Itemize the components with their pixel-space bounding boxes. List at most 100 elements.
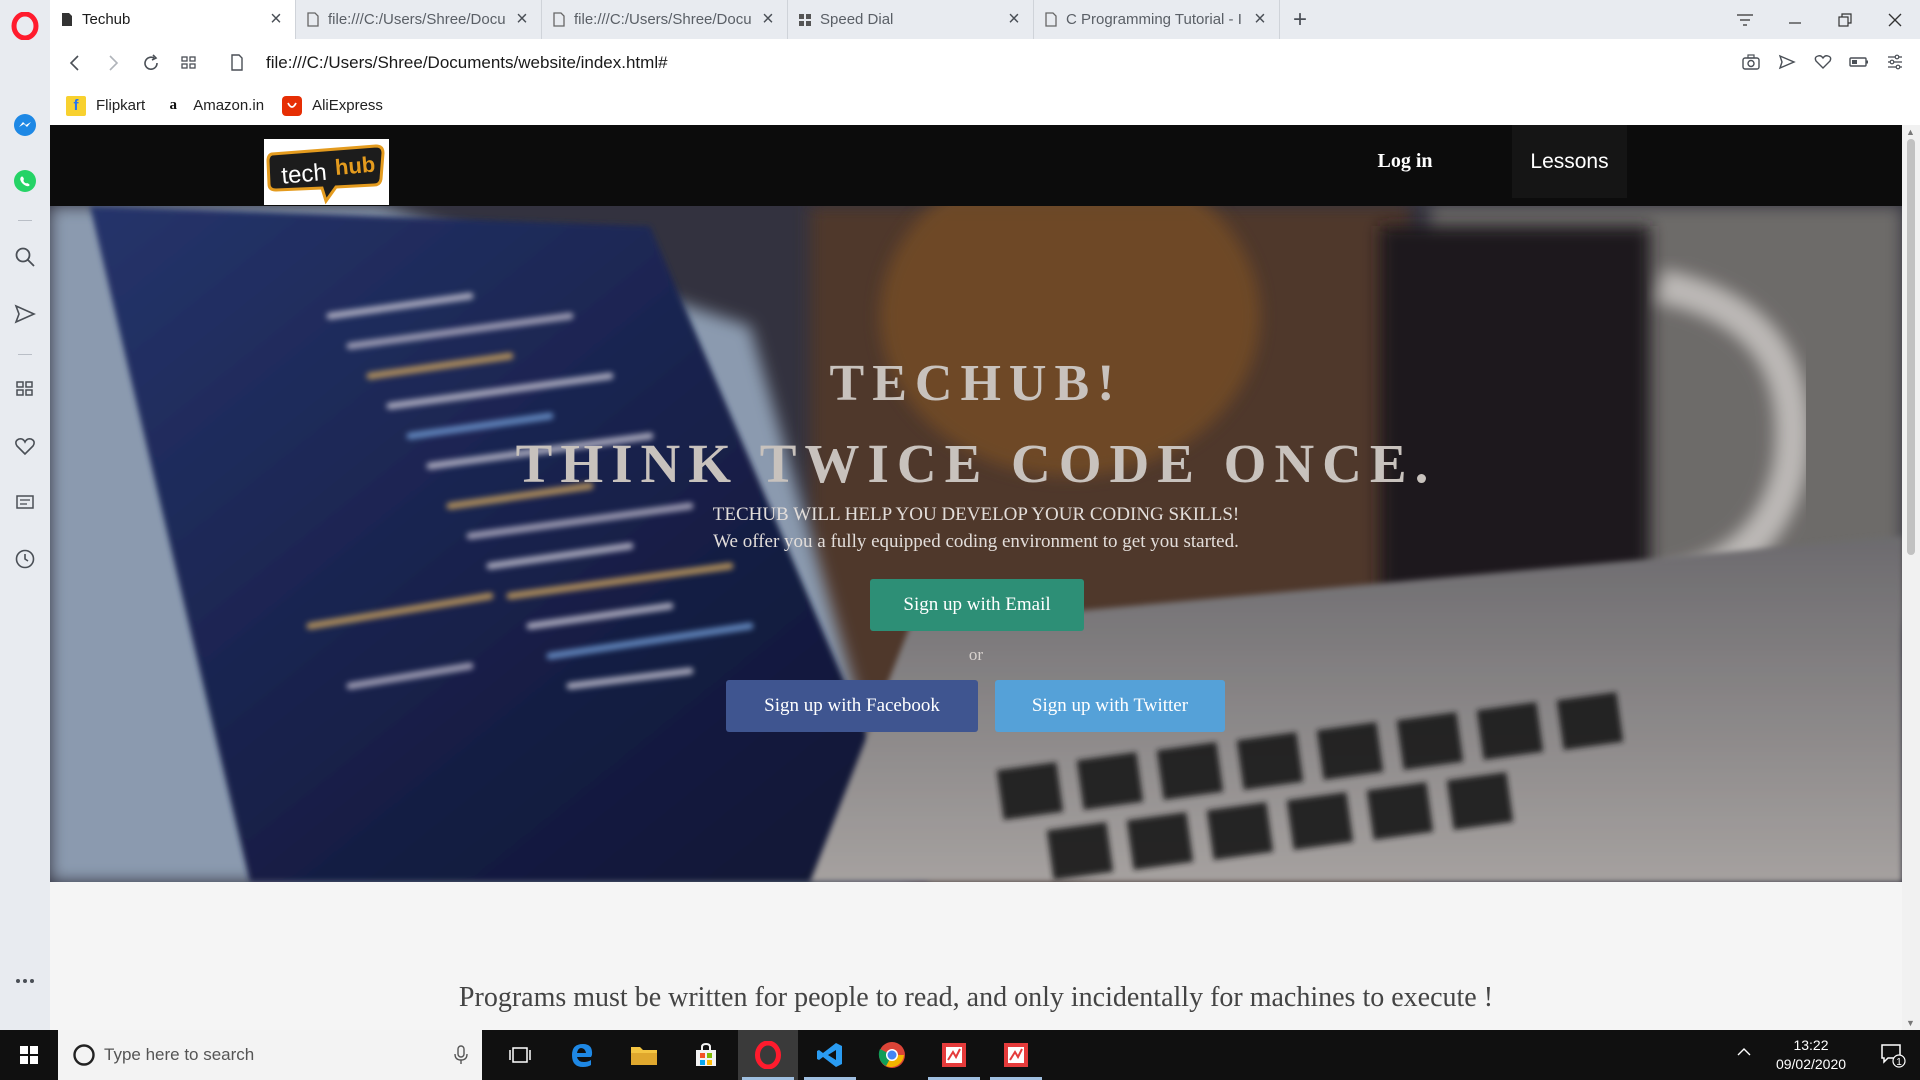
close-tab-icon[interactable]: × — [513, 8, 531, 31]
page-info-icon[interactable] — [218, 44, 256, 82]
heart-icon[interactable] — [12, 433, 38, 459]
clock-time: 13:22 — [1793, 1037, 1829, 1053]
file-explorer-icon[interactable] — [614, 1030, 674, 1080]
more-options-icon[interactable] — [12, 968, 38, 994]
task-view-icon[interactable] — [490, 1030, 550, 1080]
url-field[interactable]: file:///C:/Users/Shree/Documents/website… — [266, 53, 668, 73]
tab-c-tutorial[interactable]: C Programming Tutorial - I × — [1034, 0, 1280, 39]
close-tab-icon[interactable]: × — [1251, 8, 1269, 31]
whatsapp-icon[interactable] — [12, 168, 38, 194]
history-icon[interactable] — [12, 546, 38, 572]
close-tab-icon[interactable]: × — [267, 8, 285, 31]
hero-tagline: THINK TWICE CODE ONCE. — [515, 433, 1437, 494]
tab-menu-icon[interactable] — [1720, 0, 1770, 39]
news-icon[interactable] — [12, 489, 38, 515]
microphone-icon[interactable] — [454, 1045, 468, 1065]
page-icon — [1045, 12, 1057, 27]
bookmarks-bar: f Flipkart a Amazon.in AliExpress — [50, 86, 1920, 125]
taskbar-search-box[interactable]: Type here to search — [58, 1030, 482, 1080]
amazon-icon: a — [169, 97, 177, 113]
tab-title: Speed Dial — [820, 11, 894, 28]
edge-icon[interactable] — [552, 1030, 612, 1080]
bookmark-amazon[interactable]: a Amazon.in — [163, 96, 264, 116]
page-icon — [553, 12, 565, 27]
signup-email-button[interactable]: Sign up with Email — [870, 579, 1084, 631]
opera-taskbar-icon[interactable] — [738, 1030, 798, 1080]
easy-setup-icon[interactable] — [1880, 47, 1910, 77]
scrollbar-thumb[interactable] — [1907, 139, 1915, 555]
aliexpress-icon — [282, 95, 303, 116]
chrome-icon[interactable] — [862, 1030, 922, 1080]
messenger-icon[interactable] — [12, 112, 38, 138]
page-icon — [307, 12, 319, 27]
scroll-down-icon[interactable]: ▼ — [1906, 1018, 1915, 1028]
tab-title: file:///C:/Users/Shree/Docu — [328, 11, 506, 28]
notification-center-icon[interactable]: 1 — [1880, 1042, 1906, 1073]
bookmark-heart-icon[interactable] — [1808, 47, 1838, 77]
speed-dial-icon — [799, 14, 811, 26]
windows-taskbar: Type here to search 13:22 09/02/2020 1 — [0, 1030, 1920, 1080]
page-viewport: tech hub Log in Lessons TECHUB! THINK TW… — [50, 125, 1902, 1030]
tab-techub[interactable]: Techub × — [50, 0, 296, 39]
new-tab-button[interactable]: + — [1280, 0, 1320, 39]
logo-text-hub: hub — [334, 152, 376, 180]
windows-start-icon[interactable] — [0, 1030, 58, 1080]
signup-twitter-button[interactable]: Sign up with Twitter — [995, 680, 1225, 732]
hero-subtitle: TECHUB WILL HELP YOU DEVELOP YOUR CODING… — [712, 504, 1240, 525]
search-placeholder: Type here to search — [104, 1045, 255, 1064]
browser-sidebar — [0, 0, 50, 1030]
hero-title: TECHUB! — [829, 355, 1123, 412]
or-separator: or — [968, 645, 984, 664]
flipkart-icon: f — [66, 95, 86, 116]
page-scrollbar[interactable]: ▲ ▼ — [1902, 125, 1920, 1030]
hero-section: TECHUB! THINK TWICE CODE ONCE. TECHUB WI… — [50, 206, 1902, 882]
back-icon[interactable] — [56, 44, 94, 82]
tab-file-1[interactable]: file:///C:/Users/Shree/Docu × — [296, 0, 542, 39]
forward-icon[interactable] — [94, 44, 132, 82]
bookmark-flipkart[interactable]: f Flipkart — [66, 95, 146, 116]
login-link[interactable]: Log in — [1360, 125, 1450, 198]
bookmark-label: AliExpress — [312, 97, 383, 114]
search-icon[interactable] — [12, 244, 38, 270]
tab-title: C Programming Tutorial - I — [1066, 11, 1242, 28]
send-icon[interactable] — [12, 301, 38, 327]
site-navbar: tech hub Log in Lessons — [50, 125, 1902, 206]
snapshot-icon[interactable] — [1736, 47, 1766, 77]
battery-saver-icon[interactable] — [1844, 47, 1874, 77]
logo-text-tech: tech — [280, 159, 328, 190]
show-hidden-icons-icon[interactable] — [1736, 1044, 1752, 1065]
tab-bar: Techub × file:///C:/Users/Shree/Docu × f… — [50, 0, 1920, 39]
quote-text: Programs must be written for people to r… — [458, 982, 1494, 1013]
reload-icon[interactable] — [132, 44, 170, 82]
address-bar-actions — [1736, 47, 1910, 77]
store-icon[interactable] — [676, 1030, 736, 1080]
lessons-link[interactable]: Lessons — [1512, 125, 1627, 198]
bookmark-label: Flipkart — [96, 97, 146, 114]
app-icon-red-2[interactable] — [986, 1030, 1046, 1080]
opera-logo-icon[interactable] — [11, 12, 39, 40]
tab-title: file:///C:/Users/Shree/Docu — [574, 11, 752, 28]
tab-file-2[interactable]: file:///C:/Users/Shree/Docu × — [542, 0, 788, 39]
tab-title: Techub — [82, 11, 131, 28]
hero-description: We offer you a fully equipped coding env… — [713, 531, 1239, 552]
restore-icon[interactable] — [1820, 0, 1870, 39]
tab-speed-dial[interactable]: Speed Dial × — [788, 0, 1034, 39]
scroll-up-icon[interactable]: ▲ — [1906, 127, 1915, 137]
notification-count: 1 — [1896, 1057, 1902, 1068]
address-bar: file:///C:/Users/Shree/Documents/website… — [50, 39, 1920, 86]
close-tab-icon[interactable]: × — [1005, 8, 1023, 31]
cortana-icon — [73, 1044, 95, 1066]
close-window-icon[interactable] — [1870, 0, 1920, 39]
taskbar-clock[interactable]: 13:22 09/02/2020 — [1766, 1036, 1856, 1074]
minimize-icon[interactable] — [1770, 0, 1820, 39]
app-icon-red-1[interactable] — [924, 1030, 984, 1080]
signup-facebook-button[interactable]: Sign up with Facebook — [726, 680, 978, 732]
tiles-icon[interactable] — [170, 44, 208, 82]
techub-logo[interactable]: tech hub — [264, 139, 389, 205]
speed-dial-icon[interactable] — [12, 376, 38, 402]
vscode-icon[interactable] — [800, 1030, 860, 1080]
send-to-flow-icon[interactable] — [1772, 47, 1802, 77]
bookmark-aliexpress[interactable]: AliExpress — [282, 95, 383, 116]
close-tab-icon[interactable]: × — [759, 8, 777, 31]
page-icon — [62, 13, 72, 26]
